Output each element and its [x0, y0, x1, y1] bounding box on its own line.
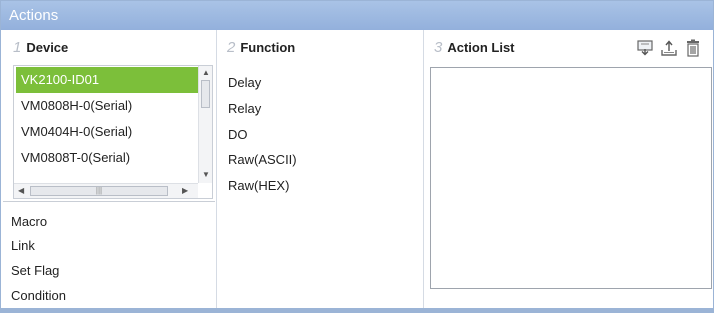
action-list-title: Action List [447, 40, 515, 55]
function-delay[interactable]: Delay [228, 70, 261, 96]
scroll-left-arrow-icon[interactable]: ◀ [18, 186, 24, 196]
function-panel: 2 Function Delay Relay DO Raw(ASCII) Raw(… [216, 30, 422, 308]
actions-window: Actions 1 Device VK2100-ID01 VM0808H-0(Se… [0, 0, 714, 313]
vertical-scroll-thumb[interactable] [201, 80, 210, 108]
function-raw-hex[interactable]: Raw(HEX) [228, 173, 289, 199]
function-panel-header: 2 Function [227, 39, 295, 59]
device-item-vm0808h[interactable]: VM0808H-0(Serial) [16, 93, 198, 119]
command-condition[interactable]: Condition [11, 284, 66, 308]
bottom-border [1, 308, 713, 312]
function-panel-title: Function [240, 40, 296, 55]
action-list-box[interactable] [430, 67, 712, 289]
command-macro[interactable]: Macro [11, 210, 47, 234]
device-panel-header: 1 Device [13, 39, 68, 59]
window-title: Actions [1, 1, 713, 30]
device-panel-title: Device [26, 40, 69, 55]
device-item-vm0808t[interactable]: VM0808T-0(Serial) [16, 145, 198, 171]
step-number-3: 3 [434, 39, 443, 56]
device-list-horizontal-scrollbar[interactable]: ◀ ||| ▶ [14, 183, 198, 198]
action-list-header: 3 Action List [434, 39, 515, 59]
device-list[interactable]: VK2100-ID01 VM0808H-0(Serial) VM0404H-0(… [13, 65, 213, 199]
device-list-vertical-scrollbar[interactable]: ▲ ▼ [198, 66, 212, 183]
scroll-right-arrow-icon[interactable]: ▶ [182, 186, 188, 196]
step-number-1: 1 [13, 39, 22, 56]
action-list-toolbar [637, 39, 701, 61]
trash-icon[interactable] [685, 39, 701, 57]
function-do[interactable]: DO [228, 122, 248, 148]
function-raw-ascii[interactable]: Raw(ASCII) [228, 147, 297, 173]
command-link[interactable]: Link [11, 234, 35, 258]
device-panel-divider [3, 201, 215, 202]
tray-upload-icon[interactable] [661, 39, 677, 57]
monitor-download-icon[interactable] [637, 39, 653, 57]
device-panel: 1 Device VK2100-ID01 VM0808H-0(Serial) VM… [3, 30, 215, 308]
action-list-panel: 3 Action List [423, 30, 713, 308]
horizontal-scroll-thumb[interactable]: ||| [30, 186, 168, 196]
scroll-down-arrow-icon[interactable]: ▼ [202, 170, 210, 180]
scroll-up-arrow-icon[interactable]: ▲ [202, 68, 210, 78]
device-item-vm0404h[interactable]: VM0404H-0(Serial) [16, 119, 198, 145]
step-number-2: 2 [227, 39, 236, 56]
command-set-flag[interactable]: Set Flag [11, 259, 59, 283]
device-item-vk2100[interactable]: VK2100-ID01 [16, 67, 198, 93]
function-relay[interactable]: Relay [228, 96, 261, 122]
